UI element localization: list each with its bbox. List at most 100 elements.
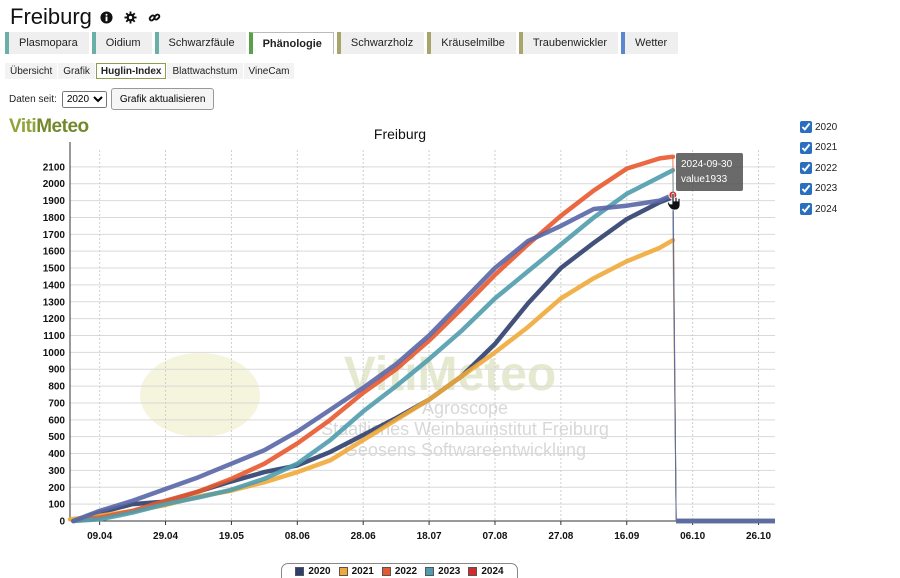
checkbox-2021[interactable]	[800, 141, 812, 154]
y-tick-label: 1100	[43, 331, 65, 342]
chart-tooltip: 2024-09-30 value1933	[676, 153, 743, 191]
y-tick-label: 600	[48, 415, 65, 426]
tab-label: Phänologie	[262, 37, 322, 50]
y-tick-label: 1500	[43, 264, 66, 275]
tab-label: Oidium	[105, 37, 141, 49]
tab-label: Wetter	[635, 37, 668, 49]
legend-item-2021[interactable]: 2021	[338, 566, 374, 577]
y-tick-label: 200	[48, 483, 65, 494]
tab-traubenwickler[interactable]: Traubenwickler	[518, 32, 619, 54]
toggle-label: 2021	[815, 142, 838, 154]
x-tick-label: 28.06	[351, 531, 376, 542]
y-tick-label: 0	[59, 517, 65, 528]
checkbox-2023[interactable]	[800, 182, 812, 195]
chart-legend: 2020 2021 2022 2023 2024	[281, 563, 518, 578]
y-tick-label: 1600	[43, 247, 66, 258]
since-label: Daten seit:	[9, 93, 57, 105]
vitimeteo-logo: VitiMeteo	[9, 116, 89, 138]
subtab-huglin-index[interactable]: Huglin-Index	[95, 63, 167, 79]
x-tick-label: 08.06	[285, 531, 310, 542]
x-tick-label: 26.10	[746, 531, 771, 542]
y-tick-label: 1000	[43, 348, 66, 359]
subtab-vinecam[interactable]: VineCam	[243, 63, 295, 79]
toggle-label: 2022	[815, 162, 838, 174]
checkbox-2024[interactable]	[800, 203, 812, 216]
tab-plasmopara[interactable]: Plasmopara	[5, 32, 89, 54]
legend-item-2020[interactable]: 2020	[295, 566, 331, 577]
legend-swatch	[468, 567, 478, 576]
x-tick-label: 09.04	[87, 531, 112, 542]
chart-dropline	[672, 156, 677, 522]
tab-label: Kräuselmilbe	[441, 37, 505, 49]
y-tick-label: 400	[48, 449, 65, 460]
gear-icon[interactable]	[122, 8, 140, 26]
x-tick-label: 07.08	[482, 531, 507, 542]
watermark-grapes-image	[140, 353, 260, 437]
toggle-label: 2020	[815, 121, 838, 133]
tab-schwarzholz[interactable]: Schwarzholz	[336, 32, 425, 54]
tooltip-date: 2024-09-30	[681, 159, 733, 170]
y-tick-label: 300	[48, 466, 65, 477]
y-tick-label: 1900	[43, 196, 66, 207]
series-toggles: 2020 2021 2022 2023 2024	[800, 117, 837, 220]
page-title: Freiburg	[10, 4, 92, 29]
legend-swatch	[381, 567, 391, 576]
checkbox-2022[interactable]	[800, 162, 812, 175]
legend-swatch	[295, 567, 305, 576]
y-tick-label: 1200	[43, 314, 66, 325]
toggle-2023[interactable]: 2023	[800, 179, 837, 200]
toggle-2020[interactable]: 2020	[800, 117, 837, 138]
subtab-blattwachstum[interactable]: Blattwachstum	[167, 63, 243, 79]
info-icon[interactable]	[98, 8, 116, 26]
toggle-2021[interactable]: 2021	[800, 138, 837, 159]
y-tick-label: 500	[48, 432, 65, 443]
toggle-2024[interactable]: 2024	[800, 199, 837, 220]
series-line-2023	[71, 167, 676, 524]
x-tick-label: 19.05	[219, 531, 244, 542]
tooltip-value: value1933	[681, 174, 728, 185]
sub-tabs: Übersicht Grafik Huglin-Index Blattwachs…	[5, 63, 295, 79]
tab-phaenologie[interactable]: Phänologie	[248, 32, 334, 54]
chart-controls: Daten seit: 2020 Grafik aktualisieren	[9, 88, 215, 110]
tab-wetter[interactable]: Wetter	[621, 32, 679, 54]
legend-label: 2022	[394, 566, 418, 577]
y-tick-label: 1800	[43, 213, 66, 224]
y-tick-label: 1400	[43, 280, 66, 291]
toggle-label: 2023	[815, 183, 838, 195]
tab-label: Plasmopara	[19, 37, 78, 49]
tab-schwarzfaeule[interactable]: Schwarzfäule	[154, 32, 246, 54]
series-line-2022	[71, 154, 676, 524]
x-tick-label: 16.09	[614, 531, 639, 542]
legend-label: 2023	[438, 566, 461, 577]
watermark-line4: Geosens Softwareentwicklung	[344, 440, 586, 460]
toggle-2022[interactable]: 2022	[800, 158, 837, 179]
y-tick-label: 2100	[43, 162, 66, 173]
year-select[interactable]: 2020	[61, 90, 107, 108]
subtab-grafik[interactable]: Grafik	[58, 63, 95, 79]
x-tick-label: 29.04	[153, 531, 178, 542]
tab-oidium[interactable]: Oidium	[91, 32, 152, 54]
refresh-chart-button[interactable]: Grafik aktualisieren	[110, 88, 215, 110]
link-icon[interactable]	[146, 8, 164, 26]
y-tick-label: 800	[48, 382, 65, 393]
legend-item-2024[interactable]: 2024	[468, 566, 504, 577]
logo-part-meteo: Meteo	[36, 116, 89, 137]
subtab-uebersicht[interactable]: Übersicht	[5, 63, 58, 79]
checkbox-2020[interactable]	[800, 121, 812, 134]
legend-item-2022[interactable]: 2022	[381, 566, 418, 577]
legend-swatch	[338, 567, 348, 576]
toggle-label: 2024	[815, 203, 838, 215]
title-row: Freiburg	[10, 2, 164, 32]
watermark-title: VitiMeteo	[344, 348, 556, 401]
x-tick-label: 27.08	[548, 531, 573, 542]
legend-item-2023[interactable]: 2023	[425, 566, 460, 577]
y-tick-label: 900	[48, 365, 65, 376]
y-tick-label: 1700	[43, 230, 66, 241]
series-drop-2024	[672, 195, 677, 522]
tab-label: Schwarzholz	[350, 37, 414, 49]
legend-label: 2024	[481, 566, 504, 577]
tab-kraeuselmilbe[interactable]: Kräuselmilbe	[427, 32, 516, 54]
y-tick-label: 100	[48, 500, 65, 511]
y-tick-label: 700	[48, 398, 65, 409]
logo-part-viti: Viti	[9, 116, 37, 137]
